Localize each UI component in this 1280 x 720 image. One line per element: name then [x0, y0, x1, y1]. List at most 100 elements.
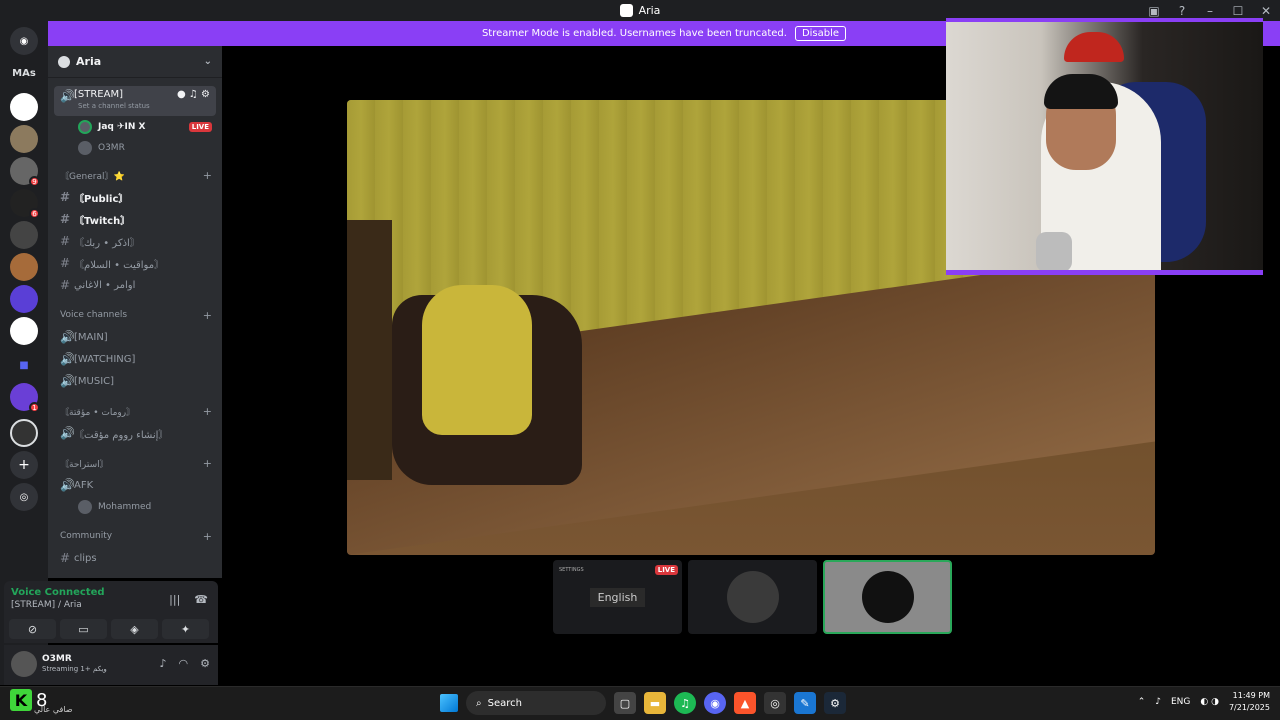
app-icon[interactable]: ✎	[794, 692, 816, 714]
network-volume-icon[interactable]: ◐ ◑	[1200, 697, 1219, 707]
screen-share-button[interactable]: ▭	[60, 619, 107, 639]
discover-icon[interactable]: ◎	[10, 483, 38, 511]
clock-time: 11:49 PM	[1232, 691, 1270, 700]
tray-overflow-icon[interactable]: ⌃	[1138, 697, 1146, 707]
banner-text: Streamer Mode is enabled. Usernames have…	[481, 28, 787, 39]
add-channel-icon[interactable]: +	[203, 457, 212, 470]
text-channel[interactable]: # clips	[48, 547, 222, 569]
category-voice[interactable]: Voice channels +	[48, 304, 222, 326]
discord-taskbar-icon[interactable]: ◉	[704, 692, 726, 714]
text-channel[interactable]: # 〘Public〙	[48, 186, 222, 208]
spotify-icon[interactable]: ♫	[674, 692, 696, 714]
window-title: Aria	[638, 4, 661, 17]
server-icon-2[interactable]	[10, 125, 38, 153]
server-icon-8[interactable]	[10, 317, 38, 345]
video-door	[347, 220, 392, 480]
channel-actions-icon[interactable]: ● ♫ ⚙	[177, 89, 210, 100]
clock[interactable]: 11:49 PM 7/21/2025	[1229, 690, 1270, 714]
file-explorer-icon[interactable]: ▬	[644, 692, 666, 714]
settings-gear-icon[interactable]: ⚙	[200, 657, 210, 670]
server-icon-1[interactable]	[10, 93, 38, 121]
disable-streamer-mode-button[interactable]: Disable	[794, 26, 847, 41]
server-header[interactable]: Aria ⌄	[48, 46, 222, 78]
server-icon-5[interactable]	[10, 221, 38, 249]
tray-microphone-icon[interactable]: ♪	[1155, 697, 1161, 707]
category-rest[interactable]: 〘استراحة〙 +	[48, 452, 222, 474]
voice-member[interactable]: Jaq ✈IN X LIVE	[48, 116, 222, 137]
member-name: O3MR	[98, 142, 125, 153]
thumbnail-game-settings[interactable]: SETTINGS LIVE English	[553, 560, 682, 634]
category-general[interactable]: 〘General〙⭐ +	[48, 164, 222, 186]
voice-member[interactable]: Mohammed	[48, 496, 222, 517]
add-channel-icon[interactable]: +	[203, 309, 212, 322]
hash-icon: #	[60, 551, 71, 565]
minimize-button[interactable]: –	[1196, 4, 1224, 18]
server-icon-9[interactable]: 1	[10, 383, 40, 413]
thumbnail-participant[interactable]	[688, 560, 817, 634]
close-button[interactable]: ✕	[1252, 4, 1280, 18]
windows-start-icon[interactable]	[440, 694, 458, 712]
user-status: Streaming ويكم +1	[42, 665, 107, 673]
text-channel[interactable]: # 〘Twitch〙	[48, 208, 222, 230]
channel-status[interactable]: Set a channel status	[78, 102, 150, 110]
camera-off-button[interactable]: ⊘	[9, 619, 56, 639]
add-channel-icon[interactable]: +	[203, 169, 212, 182]
hash-icon: #	[60, 278, 71, 292]
category-community[interactable]: Community +	[48, 525, 222, 547]
channel-name: [STREAM]	[74, 89, 123, 100]
task-view-icon[interactable]: ▢	[614, 692, 636, 714]
user-controls: ♪ ◠ ⚙	[159, 657, 210, 670]
maximize-button[interactable]: ☐	[1224, 4, 1252, 18]
category-rooms[interactable]: 〘رومات • مؤقتة〙 +	[48, 400, 222, 422]
thumbnail-selected-participant[interactable]	[823, 560, 952, 634]
microphone-icon[interactable]: ♪	[159, 657, 166, 670]
soundboard-button[interactable]: ✦	[162, 619, 209, 639]
hash-icon: #	[60, 190, 71, 204]
voice-panel-icons: ||| ☎	[169, 593, 208, 606]
folder-icon[interactable]: ■	[10, 351, 38, 379]
text-channel[interactable]: # 〘مواقيت • السلام〙	[48, 252, 222, 274]
clock-date: 7/21/2025	[1228, 703, 1270, 712]
server-icon-4[interactable]: 6	[10, 189, 40, 219]
add-channel-icon[interactable]: +	[203, 530, 212, 543]
channel-name: 〘مواقيت • السلام〙	[74, 259, 165, 271]
voice-status[interactable]: Voice Connected	[11, 587, 105, 598]
mention-badge: 6	[29, 208, 40, 219]
chrome-icon[interactable]: ◎	[764, 692, 786, 714]
noise-suppression-icon[interactable]: |||	[169, 593, 180, 606]
taskbar-search[interactable]: ⌕ Search	[466, 691, 606, 715]
input-language[interactable]: ENG	[1171, 697, 1190, 707]
server-icon-10[interactable]	[10, 419, 38, 447]
voice-channel[interactable]: 🔊 [WATCHING]	[48, 348, 222, 370]
headphones-icon[interactable]: ◠	[179, 657, 189, 670]
user-avatar[interactable]	[11, 651, 37, 677]
voice-member[interactable]: O3MR	[48, 137, 222, 158]
text-channel[interactable]: # اوامر • الاغاني	[48, 274, 222, 296]
voice-channel[interactable]: 🔊 [MUSIC]	[48, 370, 222, 392]
inbox-icon[interactable]: ▣	[1140, 4, 1168, 18]
voice-channel-stream[interactable]: 🔊 [STREAM] Set a channel status ● ♫ ⚙	[54, 86, 216, 116]
add-channel-icon[interactable]: +	[203, 405, 212, 418]
speaker-icon: 🔊	[60, 89, 75, 103]
server-icon-3[interactable]: 9	[10, 157, 40, 187]
voice-channel-afk[interactable]: 🔊 AFK	[48, 474, 222, 496]
voice-location[interactable]: [STREAM] / Aria	[11, 600, 82, 610]
voice-channel[interactable]: 🔊 [MAIN]	[48, 326, 222, 348]
help-icon[interactable]: ?	[1168, 4, 1196, 18]
add-server-icon[interactable]: +	[10, 451, 38, 479]
voice-channel[interactable]: 🔊 〘إنشاء رووم مؤقت〙	[48, 422, 222, 444]
server-icon-6[interactable]	[10, 253, 38, 281]
category-name: 〘رومات • مؤقتة〙	[60, 407, 136, 418]
server-icon-7[interactable]	[10, 285, 38, 313]
screen: Aria ▣ ? – ☐ ✕ Streamer Mode is enabled.…	[0, 0, 1280, 720]
steam-icon[interactable]: ⚙	[824, 692, 846, 714]
brave-icon[interactable]: ▲	[734, 692, 756, 714]
disconnect-icon[interactable]: ☎	[194, 593, 208, 606]
activities-button[interactable]: ◈	[111, 619, 158, 639]
channel-name: clips	[74, 552, 97, 564]
hash-icon: #	[60, 256, 71, 270]
live-badge: LIVE	[188, 121, 212, 132]
discord-home-icon[interactable]: ◉	[10, 27, 38, 55]
channel-name: 〘إنشاء رووم مؤقت〙	[74, 429, 169, 441]
text-channel[interactable]: # 〘اذكر • ربك〙	[48, 230, 222, 252]
